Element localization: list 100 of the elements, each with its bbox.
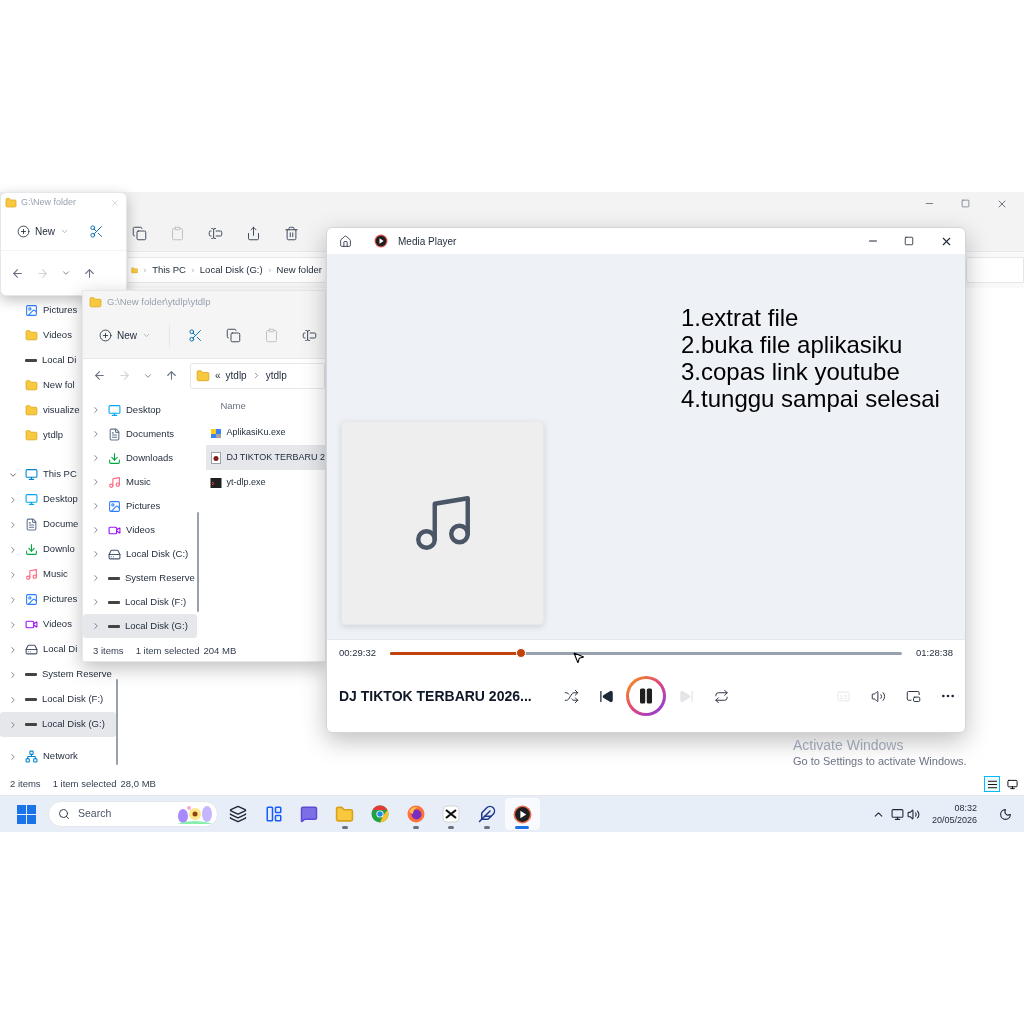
start-logo-icon[interactable]	[17, 804, 36, 824]
chevron-icon[interactable]	[8, 544, 18, 555]
search-field[interactable]	[966, 257, 1024, 283]
chevron-icon[interactable]	[8, 644, 18, 655]
volume-icon[interactable]	[906, 807, 920, 821]
breadcrumb-item[interactable]: Local Disk (G:)	[199, 262, 263, 278]
scissors-icon	[187, 328, 203, 343]
share-icon	[245, 225, 261, 241]
nav-item[interactable]: Local Disk (F:)	[0, 687, 106, 712]
nav-item[interactable]: New fol	[0, 373, 77, 398]
back-arrow-icon[interactable]	[93, 369, 106, 382]
chevron-icon[interactable]	[8, 594, 18, 605]
chevron-icon[interactable]	[91, 477, 101, 487]
nav-item[interactable]: Docume	[0, 512, 81, 537]
forward-arrow-icon[interactable]	[118, 369, 131, 382]
nav-item[interactable]: Music	[0, 562, 70, 587]
overflow-mark[interactable]: «	[215, 368, 221, 383]
chevron-icon[interactable]	[8, 751, 18, 762]
nav-item[interactable]: Desktop	[83, 398, 163, 422]
file-row[interactable]: DJ TIKTOK TERBARU 2	[206, 445, 325, 470]
monitor-icon	[25, 468, 38, 481]
scrollbar-thumb[interactable]	[196, 512, 199, 612]
folder-icon	[25, 379, 38, 392]
chevron-icon[interactable]	[91, 549, 101, 559]
chevron-icon[interactable]	[8, 619, 18, 630]
chevron-icon[interactable]	[8, 669, 18, 680]
nav-item[interactable]: Videos	[0, 323, 74, 348]
breadcrumb-item[interactable]: ytdlp	[225, 368, 247, 383]
nav-item[interactable]: Music	[83, 470, 153, 494]
close-icon[interactable]	[110, 198, 120, 208]
chevron-icon[interactable]	[8, 569, 18, 580]
nav-item[interactable]: Local Disk (F:)	[83, 590, 189, 614]
nav-item[interactable]: Videos	[83, 518, 157, 542]
nav-item[interactable]: Local Disk (C:)	[83, 542, 191, 566]
clock-time[interactable]: 08:32	[954, 802, 977, 814]
breadcrumb-item[interactable]: ytdlp	[265, 368, 287, 383]
history-caret-icon[interactable]	[61, 268, 71, 278]
nav-item[interactable]: Local Di	[0, 348, 79, 373]
up-arrow-icon[interactable]	[83, 266, 96, 280]
seek-slider[interactable]	[390, 651, 902, 655]
chevron-icon	[266, 265, 273, 275]
nav-item[interactable]: Local Di	[0, 637, 80, 662]
address-bar[interactable]: This PC Local Disk (G:) New folder	[128, 257, 325, 283]
home-icon[interactable]	[339, 234, 352, 248]
nav-item[interactable]: Desktop	[0, 487, 80, 512]
chevron-icon[interactable]	[8, 694, 18, 705]
new-button[interactable]: New	[11, 218, 75, 245]
breadcrumb-item[interactable]: This PC	[152, 262, 186, 278]
new-button[interactable]: New	[93, 322, 157, 349]
nav-item[interactable]: Pictures	[0, 298, 80, 323]
chevron-icon[interactable]	[91, 621, 101, 631]
clipboard-icon	[263, 328, 279, 343]
chevron-icon[interactable]	[91, 453, 101, 463]
nav-item[interactable]: System Reserve	[0, 662, 114, 687]
pause-button[interactable]	[626, 676, 666, 716]
file-row[interactable]: yt-dlp.exe	[206, 470, 325, 495]
chevron-icon[interactable]	[91, 501, 101, 511]
nav-item[interactable]: Pictures	[0, 587, 80, 612]
details-view-button[interactable]	[984, 776, 1000, 792]
forward-arrow-icon[interactable]	[36, 266, 49, 280]
clock-date[interactable]: 20/05/2026	[931, 814, 977, 826]
ring-logo-icon	[371, 805, 390, 823]
nav-item[interactable]: Local Disk (G:)	[0, 712, 116, 737]
file-row[interactable]: AplikasiKu.exe	[206, 420, 325, 445]
nav-item[interactable]: visualize	[0, 398, 82, 423]
chevron-icon[interactable]	[8, 494, 18, 505]
column-header[interactable]: Name	[206, 392, 325, 420]
breadcrumb-item[interactable]: New folder	[276, 262, 322, 278]
chevron-icon[interactable]	[91, 597, 101, 607]
address-bar[interactable]: « ytdlp ytdlp	[190, 362, 325, 389]
selection-size: 204 MB	[203, 643, 237, 658]
chevron-icon[interactable]	[8, 719, 18, 730]
nav-item[interactable]: Videos	[0, 612, 74, 637]
media-file-icon	[210, 451, 223, 464]
taskbar-app-button[interactable]	[505, 798, 540, 830]
chevron-icon[interactable]	[91, 525, 101, 535]
nav-item[interactable]: This PC	[0, 462, 79, 487]
slider-thumb[interactable]	[516, 648, 527, 658]
nav-item[interactable]: Local Disk (G:)	[83, 614, 197, 638]
monitor-icon	[108, 403, 121, 417]
nav-item[interactable]: Pictures	[83, 494, 163, 518]
nav-item[interactable]: Network	[0, 744, 80, 769]
scissors-icon[interactable]	[89, 224, 104, 239]
nav-item[interactable]: ytdlp	[0, 423, 66, 448]
moon-icon[interactable]	[999, 807, 1012, 821]
chevron-icon[interactable]	[91, 405, 101, 415]
nav-item[interactable]: Downlo	[0, 537, 77, 562]
folder-icon	[196, 368, 210, 383]
maximize-icon	[904, 236, 914, 246]
nav-item[interactable]: System Reserve	[83, 566, 197, 590]
chevron-icon[interactable]	[91, 429, 101, 439]
chevron-icon[interactable]	[91, 573, 101, 583]
nav-item[interactable]: Documents	[83, 422, 177, 446]
back-arrow-icon[interactable]	[11, 266, 24, 280]
chevron-icon[interactable]	[8, 519, 18, 530]
up-arrow-icon[interactable]	[165, 369, 178, 382]
search-field[interactable]: Search	[48, 801, 218, 827]
window-title: G:\New folder	[21, 196, 77, 210]
scrollbar-thumb[interactable]	[116, 679, 118, 765]
nav-item[interactable]: Downloads	[83, 446, 175, 470]
